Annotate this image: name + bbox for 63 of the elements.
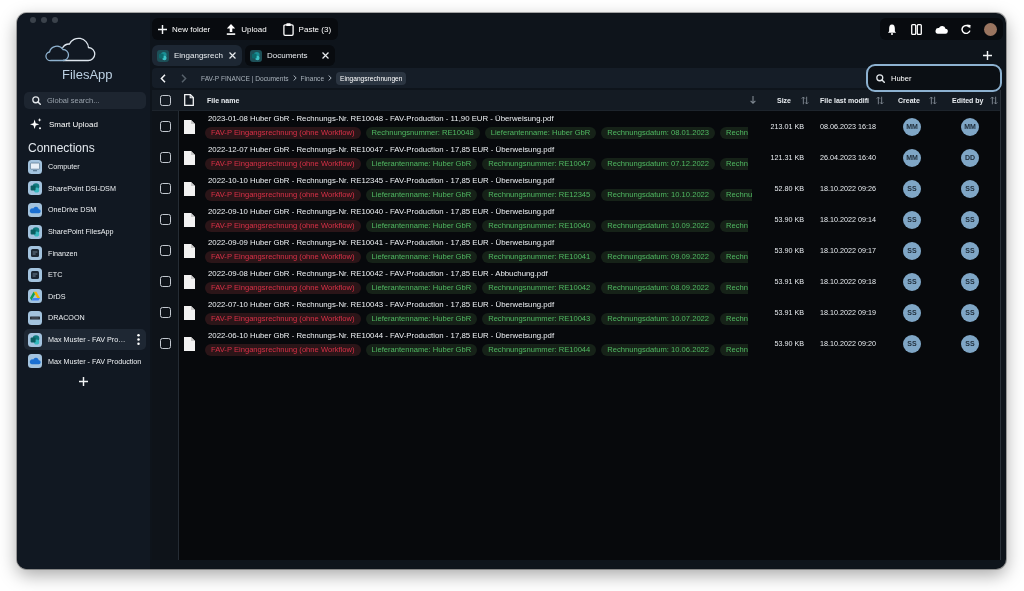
computer-icon xyxy=(28,159,42,174)
checkbox[interactable] xyxy=(159,307,171,318)
cloud-icon xyxy=(28,203,42,217)
file-icon xyxy=(184,94,194,106)
upload-icon xyxy=(226,23,237,35)
search-icon xyxy=(32,96,41,105)
site-logo-icon xyxy=(28,224,42,239)
sparkle-icon xyxy=(30,118,42,130)
clipboard-icon xyxy=(282,22,294,36)
section-title: Connections xyxy=(28,141,95,155)
site-logo-icon xyxy=(28,181,42,196)
bar-logo-icon xyxy=(28,310,42,325)
new-folder-button[interactable]: New folder xyxy=(158,24,211,34)
close-icon[interactable] xyxy=(322,52,329,59)
refresh-icon[interactable] xyxy=(961,24,972,34)
file-icon xyxy=(183,150,195,165)
tab[interactable]: Eingangsrech xyxy=(152,45,242,66)
triangle-logo-icon xyxy=(28,289,42,304)
checkbox[interactable] xyxy=(159,183,171,194)
arrow-down-icon[interactable] xyxy=(750,96,756,104)
cloud-logo-icon xyxy=(44,35,96,62)
checkbox[interactable] xyxy=(159,338,171,349)
file-icon xyxy=(183,212,195,227)
cloud-icon[interactable] xyxy=(935,24,948,34)
paste-button[interactable]: Paste (3) xyxy=(282,22,332,36)
tab[interactable]: Documents xyxy=(245,45,335,66)
bell-icon[interactable] xyxy=(887,23,898,35)
sort-icon[interactable] xyxy=(801,95,809,105)
new-tab-icon[interactable] xyxy=(983,51,992,60)
file-icon xyxy=(183,274,195,289)
file-icon xyxy=(183,181,195,196)
columns-icon[interactable] xyxy=(911,23,923,35)
more-icon[interactable] xyxy=(137,334,140,346)
site-logo-icon xyxy=(250,49,262,62)
storage-icon xyxy=(28,267,42,282)
plus-icon xyxy=(158,24,167,34)
back-icon[interactable] xyxy=(160,73,166,83)
chevron-icon xyxy=(328,75,333,81)
storage-icon xyxy=(28,246,42,261)
site-logo-icon xyxy=(157,49,169,62)
chevron-icon xyxy=(292,75,297,81)
sort-icon[interactable] xyxy=(876,95,884,105)
checkbox[interactable] xyxy=(159,276,171,287)
app-name: FilesApp xyxy=(62,68,113,82)
checkbox[interactable] xyxy=(159,214,171,225)
site-logo-icon xyxy=(28,332,42,347)
close-icon[interactable] xyxy=(229,52,236,59)
upload-button[interactable]: Upload xyxy=(226,23,267,35)
file-icon xyxy=(183,336,195,351)
sort-icon[interactable] xyxy=(990,95,998,105)
search-icon xyxy=(876,73,885,83)
add-connection-icon[interactable] xyxy=(79,376,88,386)
checkbox[interactable] xyxy=(159,152,171,163)
checkbox[interactable] xyxy=(159,121,171,132)
smart-upload-button[interactable]: Smart Upload xyxy=(30,118,98,130)
avatar-icon[interactable] xyxy=(984,22,998,36)
checkbox[interactable] xyxy=(159,94,171,106)
checkbox[interactable] xyxy=(159,245,171,256)
file-icon xyxy=(183,119,195,134)
file-icon xyxy=(183,243,195,258)
file-icon xyxy=(183,305,195,320)
sort-icon[interactable] xyxy=(929,95,937,105)
cloud-icon xyxy=(28,354,42,369)
